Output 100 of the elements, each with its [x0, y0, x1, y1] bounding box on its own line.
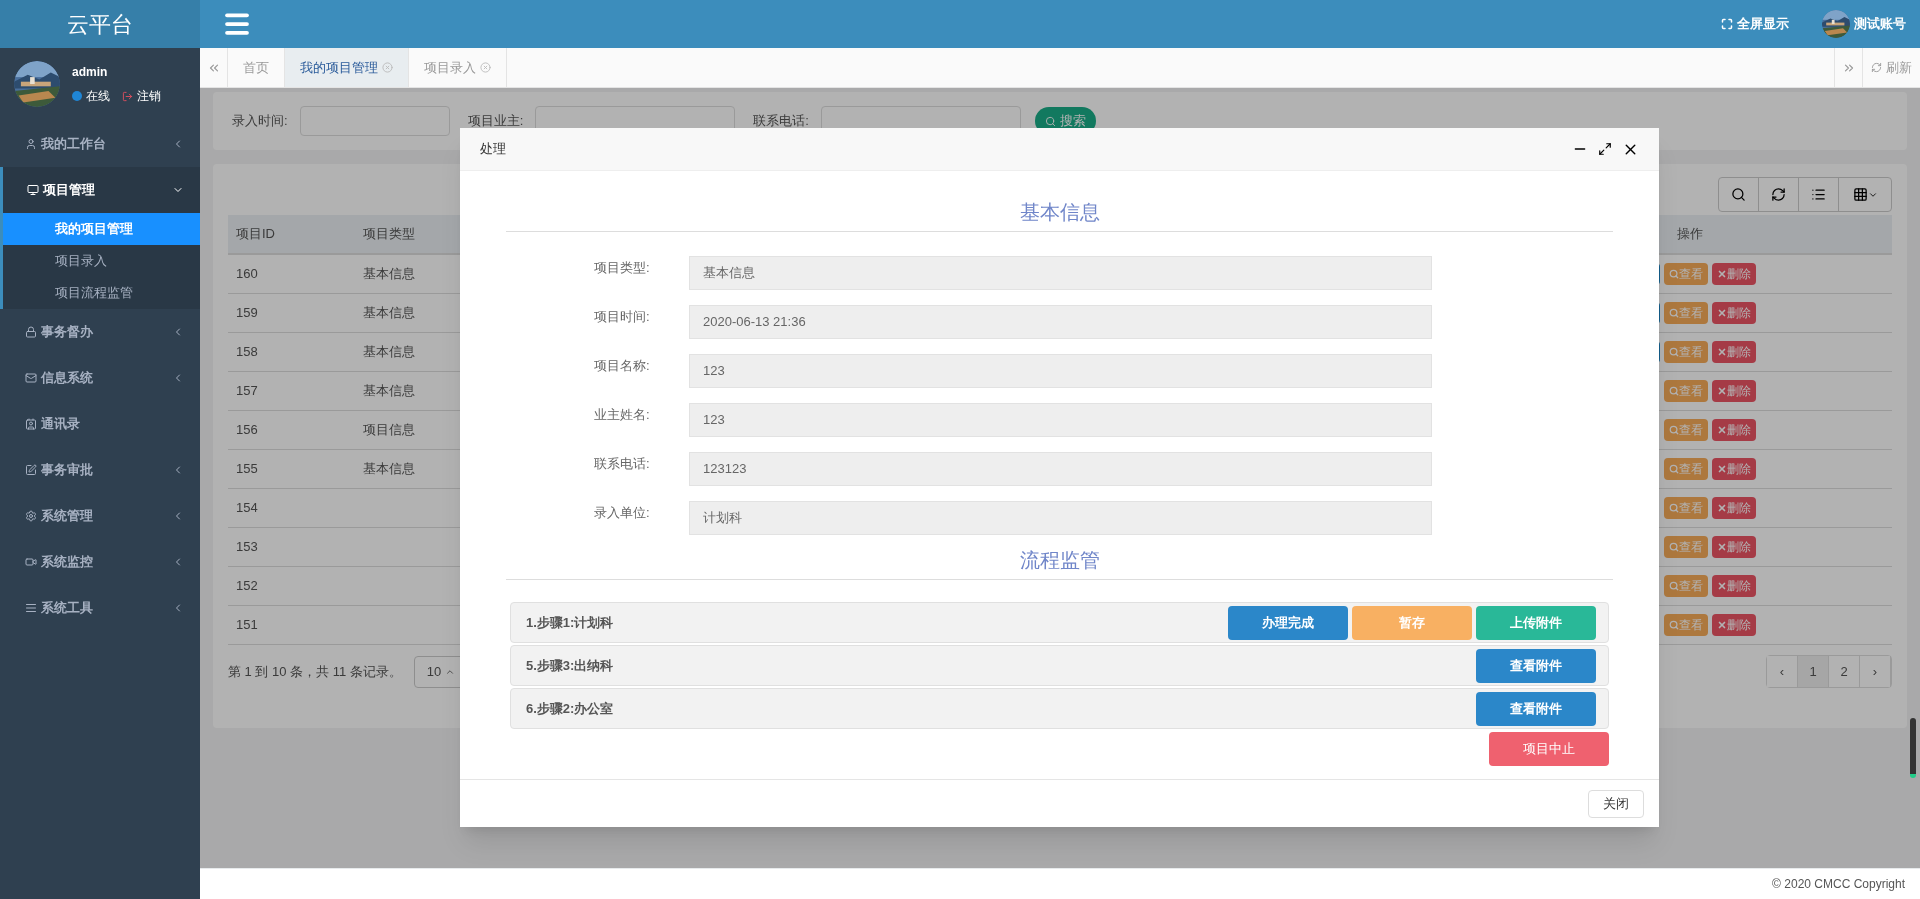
search-icon	[1731, 187, 1746, 202]
search-field[interactable]	[299, 106, 450, 136]
menu-item[interactable]: 项目管理	[3, 167, 200, 213]
close-icon	[1717, 542, 1727, 552]
readonly-field[interactable]: 123123	[689, 452, 1432, 486]
menu-item[interactable]: 事务督办	[0, 309, 200, 355]
lock-icon	[25, 326, 37, 338]
menu-item[interactable]: 信息系统	[0, 355, 200, 401]
tab[interactable]: 项目录入	[409, 48, 507, 87]
search-icon	[1669, 581, 1679, 591]
menu-item[interactable]: 通讯录	[0, 401, 200, 447]
view-button[interactable]: 查看	[1664, 614, 1708, 636]
search-icon	[1669, 542, 1679, 552]
account-name[interactable]: 测试账号	[1854, 14, 1906, 34]
view-button[interactable]: 查看	[1664, 341, 1708, 363]
step-button[interactable]: 暂存	[1352, 605, 1472, 640]
field-label: 录入单位:	[594, 504, 651, 522]
submenu-item[interactable]: 项目录入	[3, 245, 200, 277]
step-button[interactable]: 查看附件	[1476, 691, 1596, 726]
field-label: 项目名称:	[594, 357, 651, 375]
grid-icon	[1852, 187, 1868, 202]
search-icon	[1669, 425, 1679, 435]
close-icon	[1717, 620, 1727, 630]
mail-icon	[25, 372, 37, 384]
close-icon	[1717, 308, 1727, 318]
step-button[interactable]: 办理完成	[1228, 605, 1348, 640]
close-icon	[1717, 269, 1727, 279]
page-link[interactable]: 1	[1798, 656, 1829, 687]
table-cell-text: 153	[235, 538, 259, 557]
readonly-field[interactable]: 2020-06-13 21:36	[689, 305, 1432, 339]
user-name: admin	[72, 64, 109, 81]
close-icon	[1717, 581, 1727, 591]
view-button[interactable]: 查看	[1664, 497, 1708, 519]
column-header: 项目类型	[363, 225, 416, 244]
delete-button[interactable]: 删除	[1712, 341, 1756, 363]
fullscreen-button[interactable]: 全屏显示	[1721, 14, 1789, 34]
monitor-icon	[27, 184, 39, 196]
copyright-text: © 2020 CMCC Copyright	[1772, 876, 1905, 893]
delete-button[interactable]: 删除	[1712, 263, 1756, 285]
search-icon	[1669, 308, 1679, 318]
menu-item[interactable]: 事务审批	[0, 447, 200, 493]
abort-button[interactable]: 项目中止	[1489, 732, 1609, 766]
scrollbar-thumb	[1910, 718, 1916, 778]
field-label: 业主姓名:	[594, 406, 651, 424]
contact-card-icon	[25, 418, 37, 430]
readonly-field[interactable]: 123	[689, 403, 1432, 437]
step-button[interactable]: 查看附件	[1476, 648, 1596, 683]
readonly-field[interactable]: 123	[689, 354, 1432, 388]
table-cell: 基本信息	[363, 461, 415, 477]
readonly-field[interactable]: 基本信息	[689, 256, 1432, 290]
search-icon	[1669, 503, 1679, 513]
delete-button[interactable]: 删除	[1712, 614, 1756, 636]
table-cell: 基本信息	[363, 305, 415, 321]
pagination-info: 第 1 到 10 条，共 11 条记录。	[228, 662, 402, 681]
field-label: 联系电话:	[594, 455, 651, 473]
list-icon	[1811, 187, 1826, 202]
view-button[interactable]: 查看	[1664, 263, 1708, 285]
refresh-button[interactable]: 刷新	[1862, 48, 1920, 87]
delete-button[interactable]: 删除	[1712, 302, 1756, 324]
table-cell-text: 152	[235, 577, 259, 596]
field-label: 项目业主:	[467, 112, 524, 131]
view-button[interactable]: 查看	[1664, 302, 1708, 324]
menu-item[interactable]: 系统管理	[0, 493, 200, 539]
submenu-item[interactable]: 我的项目管理	[3, 213, 200, 245]
field-label: 项目时间:	[594, 308, 651, 326]
refresh-icon	[1771, 187, 1786, 202]
view-button[interactable]: 查看	[1664, 575, 1708, 597]
readonly-field[interactable]: 计划科	[689, 501, 1432, 535]
page-link[interactable]: ‹	[1767, 656, 1798, 687]
delete-button[interactable]: 删除	[1712, 458, 1756, 480]
step-label: 5.步骤3:出纳科	[526, 656, 615, 675]
delete-button[interactable]: 删除	[1712, 536, 1756, 558]
delete-button[interactable]: 删除	[1712, 380, 1756, 402]
table-cell-text: 159	[235, 304, 259, 323]
tab[interactable]: 我的项目管理	[285, 48, 409, 87]
table-cell-text: 158	[235, 343, 259, 362]
step-button[interactable]: 上传附件	[1476, 605, 1596, 640]
close-icon	[1717, 347, 1727, 357]
view-button[interactable]: 查看	[1664, 419, 1708, 441]
maximize-icon[interactable]	[1598, 142, 1612, 156]
delete-button[interactable]: 删除	[1712, 575, 1756, 597]
view-button[interactable]: 查看	[1664, 536, 1708, 558]
submenu-item[interactable]: 项目流程监管	[3, 277, 200, 309]
view-button[interactable]: 查看	[1664, 380, 1708, 402]
delete-button[interactable]: 删除	[1712, 419, 1756, 441]
step-label: 1.步骤1:计划科	[526, 613, 615, 632]
delete-button[interactable]: 删除	[1712, 497, 1756, 519]
search-icon	[1669, 620, 1679, 630]
user-icon	[25, 138, 37, 150]
table-cell: 基本信息	[363, 344, 415, 360]
close-icon	[1717, 386, 1727, 396]
view-button[interactable]: 查看	[1664, 458, 1708, 480]
logout-link[interactable]: 注销	[137, 87, 161, 105]
table-cell: 基本信息	[363, 266, 415, 282]
table-cell-text: 160	[235, 265, 259, 284]
menu-item[interactable]: 系统工具	[0, 585, 200, 631]
close-button[interactable]: 关闭	[1588, 789, 1644, 818]
edit-icon	[25, 464, 37, 476]
menu-item[interactable]: 系统监控	[0, 539, 200, 585]
menu-item[interactable]: 我的工作台	[0, 121, 200, 167]
